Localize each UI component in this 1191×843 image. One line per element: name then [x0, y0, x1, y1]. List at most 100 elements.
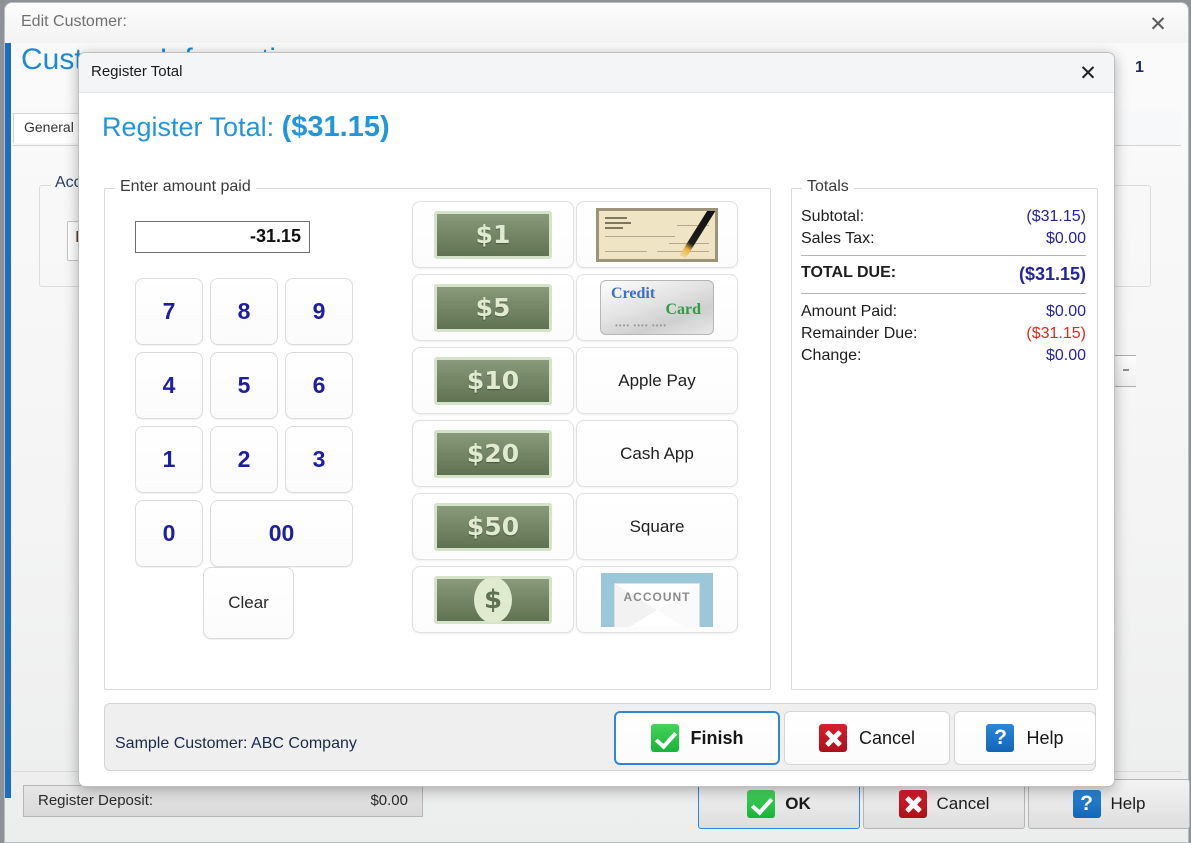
account-envelope-icon: ACCOUNT: [601, 572, 713, 627]
totals-row-amount-paid-value: $0.00: [1045, 303, 1086, 320]
totals-row-remainder-due-label: Remainder Due:: [801, 325, 918, 342]
keypad-row: 0 00: [135, 500, 355, 567]
amount-input[interactable]: -31.15: [135, 221, 310, 253]
dialog-titlebar: [79, 53, 1114, 93]
keypad-key-2[interactable]: 2: [210, 426, 278, 493]
keypad-key-7[interactable]: 7: [135, 278, 203, 345]
payment-method-square[interactable]: Square: [576, 493, 738, 560]
payment-method-cash-app-label: Cash App: [620, 443, 694, 463]
totals-separator: [801, 255, 1086, 256]
totals-row-total-due-value: ($31.15): [1018, 264, 1086, 284]
payment-method-column: Credit Card •••• •••• •••• Apple Pay Cas…: [576, 201, 738, 639]
register-total-amount: ($31.15): [281, 111, 390, 143]
totals-row-sales-tax: Sales Tax: $0.00: [801, 230, 1086, 248]
dollar-coin-symbol: $: [474, 576, 512, 623]
totals-row-remainder-due: Remainder Due: ($31.15): [801, 325, 1086, 343]
denomination-button-10[interactable]: $10: [412, 347, 574, 414]
keypad-key-00[interactable]: 00: [210, 500, 353, 567]
totals-row-total-due: TOTAL DUE: ($31.15): [801, 264, 1086, 285]
keypad-row: 1 2 3: [135, 426, 355, 493]
register-deposit-row: Register Deposit: $0.00: [23, 785, 423, 817]
denomination-button-50[interactable]: $50: [412, 493, 574, 560]
enter-amount-group-label: Enter amount paid: [115, 178, 256, 196]
totals-group-label: Totals: [802, 178, 854, 196]
clear-button[interactable]: Clear: [203, 567, 294, 639]
register-deposit-label: Register Deposit:: [38, 792, 154, 809]
blue-question-icon: ?: [1072, 790, 1101, 818]
denomination-button-5[interactable]: $5: [412, 274, 574, 341]
totals-row-amount-paid: Amount Paid: $0.00: [801, 303, 1086, 321]
totals-row-subtotal: Subtotal: ($31.15): [801, 208, 1086, 226]
payment-method-check[interactable]: [576, 201, 738, 268]
keypad-key-5[interactable]: 5: [210, 352, 278, 419]
keypad-row: 7 8 9: [135, 278, 355, 345]
red-x-icon: [818, 724, 847, 752]
dollar-coin-bill-icon: $: [434, 575, 552, 624]
background-titlebar: [5, 3, 1188, 43]
payment-method-square-label: Square: [629, 516, 685, 536]
keypad-key-1[interactable]: 1: [135, 426, 203, 493]
credit-card-line-1: Credit: [611, 285, 656, 302]
keypad-row: 4 5 6: [135, 352, 355, 419]
numeric-keypad: 7 8 9 4 5 6 1 2 3 0 00: [135, 278, 355, 574]
account-envelope-label: ACCOUNT: [623, 589, 691, 604]
ok-button-label: OK: [785, 794, 811, 813]
dialog-help-button-label: Help: [1026, 727, 1064, 748]
keypad-key-3[interactable]: 3: [285, 426, 353, 493]
totals-row-sales-tax-value: $0.00: [1045, 230, 1086, 247]
totals-separator: [801, 293, 1086, 294]
dialog-help-button[interactable]: ? Help: [954, 711, 1096, 765]
keypad-key-9[interactable]: 9: [285, 278, 353, 345]
totals-row-amount-paid-label: Amount Paid:: [801, 303, 898, 320]
totals-row-sales-tax-label: Sales Tax:: [801, 230, 875, 247]
denomination-button-exact-cash[interactable]: $: [412, 566, 574, 633]
blue-question-icon: ?: [986, 724, 1015, 752]
denomination-column: $1 $5 $10 $20 $50 $: [412, 201, 574, 639]
totals-row-total-due-label: TOTAL DUE:: [801, 264, 897, 281]
dollar-bill-icon: $10: [434, 356, 552, 405]
dialog-cancel-button[interactable]: Cancel: [784, 711, 950, 765]
page-title-label: Register Total:: [102, 112, 275, 142]
totals-row-remainder-due-value: ($31.15): [1026, 325, 1086, 342]
dollar-bill-icon: $50: [434, 502, 552, 551]
background-corner-number: 1: [1135, 59, 1144, 76]
keypad-key-8[interactable]: 8: [210, 278, 278, 345]
keypad-key-6[interactable]: 6: [285, 352, 353, 419]
dialog-title: Register Total: [91, 63, 183, 80]
background-right-control[interactable]: [1113, 355, 1136, 387]
totals-list: Subtotal: ($31.15) Sales Tax: $0.00 TOTA…: [801, 208, 1086, 369]
keypad-key-4[interactable]: 4: [135, 352, 203, 419]
finish-button-label: Finish: [690, 727, 744, 748]
register-deposit-value: $0.00: [370, 792, 408, 809]
dollar-bill-icon: $20: [434, 429, 552, 478]
finish-button[interactable]: Finish: [614, 711, 780, 765]
dollar-bill-icon: $5: [434, 283, 552, 332]
totals-row-change-value: $0.00: [1045, 347, 1086, 364]
check-with-pencil-icon: [596, 207, 718, 262]
red-x-icon: [898, 790, 927, 818]
totals-row-subtotal-value: ($31.15): [1026, 208, 1086, 225]
payment-method-apple-pay[interactable]: Apple Pay: [576, 347, 738, 414]
payment-method-apple-pay-label: Apple Pay: [618, 370, 696, 390]
credit-card-number: •••• •••• ••••: [615, 321, 668, 330]
payment-method-cash-app[interactable]: Cash App: [576, 420, 738, 487]
keypad-key-0[interactable]: 0: [135, 500, 203, 567]
totals-row-subtotal-label: Subtotal:: [801, 208, 865, 225]
denomination-button-20[interactable]: $20: [412, 420, 574, 487]
payment-method-credit-card[interactable]: Credit Card •••• •••• ••••: [576, 274, 738, 341]
totals-row-change: Change: $0.00: [801, 347, 1086, 365]
page-title: Register Total: ($31.15): [102, 111, 390, 144]
background-window-title: Edit Customer:: [21, 13, 127, 30]
green-check-icon: [747, 790, 776, 818]
credit-card-icon: Credit Card •••• •••• ••••: [600, 280, 714, 335]
dollar-bill-icon: $1: [434, 210, 552, 259]
close-icon[interactable]: ✕: [1068, 58, 1108, 88]
denomination-button-1[interactable]: $1: [412, 201, 574, 268]
payment-method-account[interactable]: ACCOUNT: [576, 566, 738, 633]
window-accent-edge: [5, 43, 11, 798]
totals-row-change-label: Change:: [801, 347, 862, 364]
dialog-cancel-button-label: Cancel: [858, 727, 916, 748]
close-icon[interactable]: ✕: [1142, 10, 1174, 38]
credit-card-line-2: Card: [665, 301, 701, 318]
green-check-icon: [650, 724, 679, 752]
